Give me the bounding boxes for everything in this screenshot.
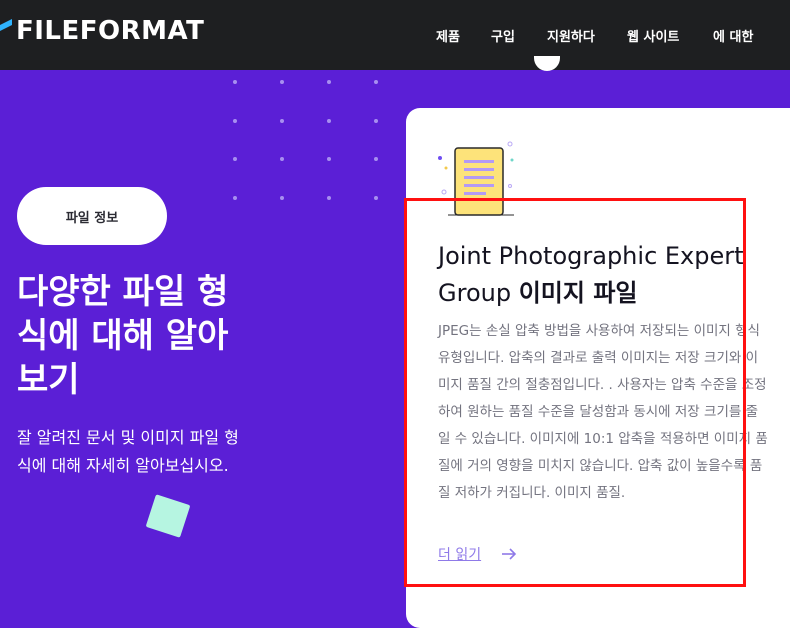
decorative-square [145,494,191,538]
nav-link-website[interactable]: 웹 사이트 [627,26,679,45]
card-title: Joint Photographic Expert Group 이미지 파일 [438,238,768,312]
nav-link-support[interactable]: 지원하다 [547,26,595,45]
card-description: JPEG는 손실 압축 방법을 사용하여 저장되는 이미지 형식 유형입니다. … [438,323,768,501]
read-more-link[interactable]: 더 읽기 [438,544,481,564]
document-icon [438,141,514,216]
hero-title: 다양한 파일 형식에 대해 알아보기 [17,272,229,400]
nav-link-purchase[interactable]: 구입 [491,26,515,45]
hero-subtitle: 잘 알려진 문서 및 이미지 파일 형식에 대해 자세히 알아보십시오. [17,428,239,475]
card-title-bold: 이미지 파일 [518,279,638,307]
main-nav: 제품 구입 지원하다 웹 사이트 에 대한 [0,26,790,46]
nav-link-products[interactable]: 제품 [436,26,460,45]
top-navbar: FILEFORMAT 제품 구입 지원하다 웹 사이트 에 대한 [0,0,790,70]
file-info-button[interactable]: 파일 정보 [17,187,167,245]
nav-link-about[interactable]: 에 대한 [713,26,753,45]
arrow-right-icon[interactable] [500,545,518,563]
